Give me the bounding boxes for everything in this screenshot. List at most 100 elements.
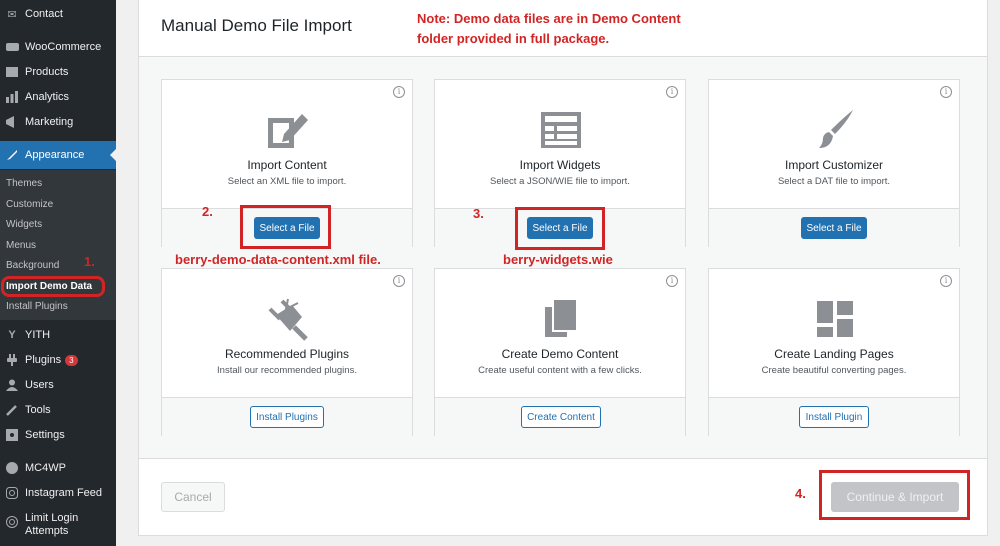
limit-login-icon (5, 515, 19, 529)
import-panel: Manual Demo File Import Note: Demo data … (138, 0, 988, 536)
sidebar-item-label: MC4WP (25, 462, 66, 474)
submenu-item-customize[interactable]: Customize (6, 199, 53, 210)
sidebar-item-label: Products (25, 66, 69, 78)
card-title: Import Widgets (519, 158, 601, 172)
sidebar-item-tools[interactable]: Tools (0, 398, 116, 422)
demo-note-line1: Note: Demo data files are in Demo Conten… (417, 11, 681, 26)
card-description: Create useful content with a few clicks. (478, 365, 642, 376)
card-description: Select a JSON/WIE file to import. (490, 176, 630, 187)
sidebar-item-label: Users (25, 379, 54, 391)
sidebar-item-analytics[interactable]: Analytics (0, 85, 116, 109)
sidebar-item-label: Appearance (25, 149, 85, 161)
sidebar-item-label-line2: Attempts (25, 525, 69, 537)
sidebar-item-plugins[interactable]: Plugins 3 (0, 348, 116, 372)
woocommerce-icon (5, 40, 19, 54)
sidebar-item-limit-login-attempts[interactable]: Limit Login Attempts (0, 512, 116, 542)
copy-pages-icon (545, 298, 578, 337)
info-icon[interactable]: i (393, 86, 405, 98)
annotation-step-1: 1. (84, 254, 95, 269)
marketing-icon (5, 115, 19, 129)
card-description: Select a DAT file to import. (777, 176, 891, 187)
annotation-file-widgets: berry-widgets.wie (503, 252, 613, 267)
info-icon[interactable]: i (940, 275, 952, 287)
admin-sidebar: ✉ Contact WooCommerce Products Analytics… (0, 0, 116, 546)
sidebar-item-label: Instagram Feed (25, 487, 103, 499)
paintbrush-icon (819, 110, 853, 148)
card-title: Create Demo Content (501, 347, 619, 361)
card-description: Create beautiful converting pages. (761, 365, 907, 376)
products-icon (5, 65, 19, 79)
card-title: Import Content (247, 158, 327, 172)
mc4wp-icon (5, 461, 19, 475)
annotation-box-continue (819, 470, 970, 520)
sidebar-item-label: Analytics (25, 91, 70, 103)
sidebar-item-products[interactable]: Products (0, 60, 116, 84)
card-footer: Install Plugin (709, 397, 959, 436)
info-icon[interactable]: i (940, 86, 952, 98)
card-create-demo-content: i Create Demo Content Create useful cont… (434, 268, 686, 436)
sidebar-item-instagram-feed[interactable]: Instagram Feed (0, 481, 116, 505)
users-icon (5, 378, 19, 392)
sidebar-item-label: Settings (25, 429, 65, 441)
submenu-item-themes[interactable]: Themes (6, 178, 42, 189)
plugins-icon (5, 353, 19, 367)
sidebar-item-label: Marketing (25, 116, 74, 128)
submenu-item-install-plugins[interactable]: Install Plugins (6, 301, 68, 312)
appearance-icon (5, 148, 19, 162)
submenu-item-background[interactable]: Background (6, 260, 59, 271)
info-icon[interactable]: i (393, 275, 405, 287)
annotation-step-4: 4. (795, 486, 806, 501)
import-content-icon (268, 114, 308, 148)
card-create-landing-pages: i Create Landing Pages Create beautiful … (708, 268, 960, 436)
sidebar-item-label: Plugins (25, 354, 62, 366)
sidebar-item-yith[interactable]: Y YITH (0, 323, 116, 347)
card-description: Select an XML file to import. (227, 176, 347, 187)
contact-icon: ✉ (7, 8, 17, 21)
sidebar-item-appearance[interactable]: Appearance (0, 141, 116, 169)
card-description: Install our recommended plugins. (217, 365, 357, 376)
plugin-icon (268, 298, 308, 341)
settings-icon (5, 428, 19, 442)
sidebar-item-label: YITH (25, 329, 51, 341)
card-title: Create Landing Pages (774, 347, 894, 361)
annotation-box-select-widgets (515, 207, 605, 250)
panel-header: Manual Demo File Import Note: Demo data … (139, 0, 987, 57)
card-footer: Create Content (435, 397, 685, 436)
info-icon[interactable]: i (666, 86, 678, 98)
demo-note-line2: folder provided in full package. (417, 31, 610, 46)
annotation-box-select-content (240, 205, 331, 249)
tools-icon (5, 403, 19, 417)
submenu-item-widgets[interactable]: Widgets (6, 219, 42, 230)
annotation-file-content: berry-demo-data-content.xml file. (175, 252, 381, 267)
sidebar-item-label-line1: Limit Login (25, 512, 79, 524)
layout-icon (817, 301, 853, 337)
cancel-button[interactable]: Cancel (161, 482, 225, 512)
install-plugin-button[interactable]: Install Plugin (799, 406, 869, 428)
select-customizer-file-button[interactable]: Select a File (801, 217, 867, 239)
instagram-icon (5, 486, 19, 500)
sidebar-item-label: Contact (25, 8, 63, 20)
card-title: Recommended Plugins (224, 347, 350, 361)
submenu-item-menus[interactable]: Menus (6, 240, 36, 251)
yith-icon: Y (8, 329, 16, 341)
sidebar-item-woocommerce[interactable]: WooCommerce (0, 35, 116, 59)
page-title: Manual Demo File Import (161, 16, 352, 35)
sidebar-item-marketing[interactable]: Marketing (0, 110, 116, 134)
card-title: Import Customizer (784, 158, 884, 172)
create-content-button[interactable]: Create Content (521, 406, 601, 428)
sidebar-item-users[interactable]: Users (0, 373, 116, 397)
sidebar-item-label: Limit Login Attempts (25, 512, 78, 538)
analytics-icon (5, 90, 19, 104)
sidebar-item-settings[interactable]: Settings (0, 423, 116, 447)
sidebar-item-label: WooCommerce (25, 41, 102, 53)
install-plugins-button[interactable]: Install Plugins (250, 406, 324, 428)
import-widgets-icon (541, 112, 581, 148)
sidebar-item-label: Tools (25, 404, 51, 416)
card-footer: Select a File (709, 208, 959, 247)
sidebar-item-contact[interactable]: ✉ Contact (0, 2, 116, 26)
sidebar-item-mc4wp[interactable]: MC4WP (0, 456, 116, 480)
annotation-step-3: 3. (473, 206, 484, 221)
annotation-step-2: 2. (202, 204, 213, 219)
info-icon[interactable]: i (666, 275, 678, 287)
plugins-update-badge: 3 (65, 354, 78, 366)
